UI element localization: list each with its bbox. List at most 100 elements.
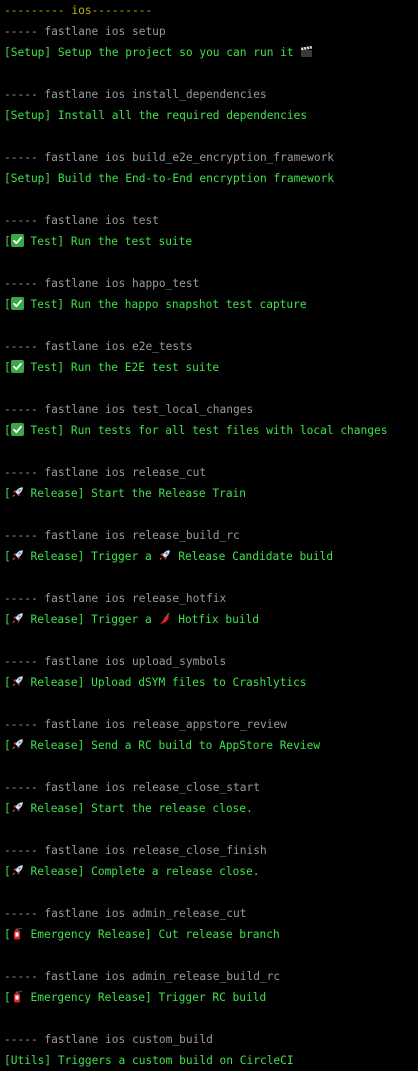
- rocket-icon: [11, 549, 24, 562]
- description-prefix: [: [4, 928, 11, 941]
- command-entry: ----- fastlane ios release_appstore_revi…: [4, 714, 418, 777]
- check-mark-icon: [10, 360, 24, 373]
- lane-description: [ Test] Run tests for all test files wit…: [4, 420, 418, 441]
- lane-description: [ Release] Trigger a Release Candidate b…: [4, 546, 418, 567]
- description-prefix: [: [4, 676, 11, 689]
- description-prefix: [Setup]: [4, 46, 58, 59]
- command-list: ----- fastlane ios setup [Setup] Setup th…: [4, 21, 418, 1071]
- lane-description: [Setup] Build the End-to-End encryption …: [4, 168, 418, 189]
- lane-description: [ Release] Send a RC build to AppStore R…: [4, 735, 418, 756]
- command-entry: ----- fastlane ios admin_release_cut [ Em…: [4, 903, 418, 966]
- description-prefix: [: [4, 487, 11, 500]
- command-entry: ----- fastlane ios build_e2e_encryption_…: [4, 147, 418, 210]
- description-text: Test] Run tests for all test files with …: [23, 424, 388, 437]
- lane-description: [ Release] Upload dSYM files to Crashlyt…: [4, 672, 418, 693]
- description-prefix: [: [4, 991, 11, 1004]
- rocket-icon: [11, 801, 24, 814]
- description-prefix: [: [4, 424, 11, 437]
- lane-command: ----- fastlane ios test_local_changes: [4, 403, 254, 416]
- lane-command: ----- fastlane ios release_appstore_revi…: [4, 718, 287, 731]
- lane-command: ----- fastlane ios admin_release_build_r…: [4, 970, 281, 983]
- description-prefix: [Setup]: [4, 172, 58, 185]
- description-text: Test] Run the test suite: [23, 235, 193, 248]
- rocket-icon: [11, 738, 24, 751]
- lane-description: [ Release] Complete a release close.: [4, 861, 418, 882]
- check-mark-icon: [10, 297, 24, 310]
- lane-description: [ Test] Run the test suite: [4, 231, 418, 252]
- lane-command: ----- fastlane ios release_hotfix: [4, 592, 227, 605]
- lane-command: ----- fastlane ios install_dependencies: [4, 88, 267, 101]
- description-prefix: [Setup]: [4, 109, 58, 122]
- fire-extinguisher-icon: [11, 990, 24, 1003]
- lane-command: ----- fastlane ios release_close_start: [4, 781, 260, 794]
- lane-command: ----- fastlane ios happo_test: [4, 277, 200, 290]
- lane-command: ----- fastlane ios e2e_tests: [4, 340, 193, 353]
- description-text: Release] Start the Release Train: [23, 487, 247, 500]
- description-prefix: [Utils]: [4, 1054, 58, 1067]
- command-entry: ----- fastlane ios setup [Setup] Setup th…: [4, 21, 418, 84]
- description-text-continued: Hotfix build: [171, 613, 260, 626]
- rocket-icon: [158, 549, 171, 562]
- clapper-board-icon: [300, 45, 313, 58]
- description-text: Test] Run the happo snapshot test captur…: [23, 298, 307, 311]
- check-mark-icon: [10, 234, 24, 247]
- description-text: Triggers a custom build on CircleCI: [57, 1054, 294, 1067]
- command-entry: ----- fastlane ios release_hotfix [ Relea…: [4, 588, 418, 651]
- lane-description: [ Emergency Release] Cut release branch: [4, 924, 418, 945]
- description-text: Release] Send a RC build to AppStore Rev…: [23, 739, 321, 752]
- lane-command: ----- fastlane ios upload_symbols: [4, 655, 227, 668]
- lane-command: ----- fastlane ios release_cut: [4, 466, 207, 479]
- description-prefix: [: [4, 298, 11, 311]
- fire-extinguisher-icon: [11, 927, 24, 940]
- lane-command: ----- fastlane ios test: [4, 214, 159, 227]
- description-text: Setup the project so you can run it: [57, 46, 294, 59]
- check-mark-icon: [10, 423, 24, 436]
- lane-description: [ Release] Trigger a Hotfix build: [4, 609, 418, 630]
- description-text: Release] Trigger a: [23, 550, 159, 563]
- command-entry: ----- fastlane ios release_close_finish […: [4, 840, 418, 903]
- lane-description: [ Release] Start the release close.: [4, 798, 418, 819]
- lane-description: [Setup] Install all the required depende…: [4, 105, 418, 126]
- description-prefix: [: [4, 361, 11, 374]
- description-text: Release] Trigger a: [23, 613, 159, 626]
- rocket-icon: [11, 675, 24, 688]
- command-entry: ----- fastlane ios custom_build [Utils] T…: [4, 1029, 418, 1071]
- description-prefix: [: [4, 613, 11, 626]
- lane-command: ----- fastlane ios custom_build: [4, 1033, 213, 1046]
- rocket-icon: [11, 486, 24, 499]
- command-entry: ----- fastlane ios release_cut [ Release]…: [4, 462, 418, 525]
- section-header: --------- ios---------: [4, 4, 153, 17]
- command-entry: ----- fastlane ios test [ Test] Run the t…: [4, 210, 418, 273]
- description-text-continued: Release Candidate build: [171, 550, 334, 563]
- rocket-icon: [11, 864, 24, 877]
- command-entry: ----- fastlane ios e2e_tests [ Test] Run …: [4, 336, 418, 399]
- lane-command: ----- fastlane ios build_e2e_encryption_…: [4, 151, 335, 164]
- command-entry: ----- fastlane ios release_build_rc [ Rel…: [4, 525, 418, 588]
- description-text: Release] Upload dSYM files to Crashlytic…: [23, 676, 307, 689]
- description-prefix: [: [4, 865, 11, 878]
- lane-description: [Setup] Setup the project so you can run…: [4, 42, 418, 63]
- description-prefix: [: [4, 550, 11, 563]
- description-text: Build the End-to-End encryption framewor…: [57, 172, 335, 185]
- lane-description: [ Test] Run the E2E test suite: [4, 357, 418, 378]
- lane-description: [ Release] Start the Release Train: [4, 483, 418, 504]
- command-entry: ----- fastlane ios test_local_changes [ T…: [4, 399, 418, 462]
- command-entry: ----- fastlane ios upload_symbols [ Relea…: [4, 651, 418, 714]
- description-text: Test] Run the E2E test suite: [23, 361, 220, 374]
- lane-description: [ Test] Run the happo snapshot test capt…: [4, 294, 418, 315]
- hot-pepper-icon: [158, 612, 171, 625]
